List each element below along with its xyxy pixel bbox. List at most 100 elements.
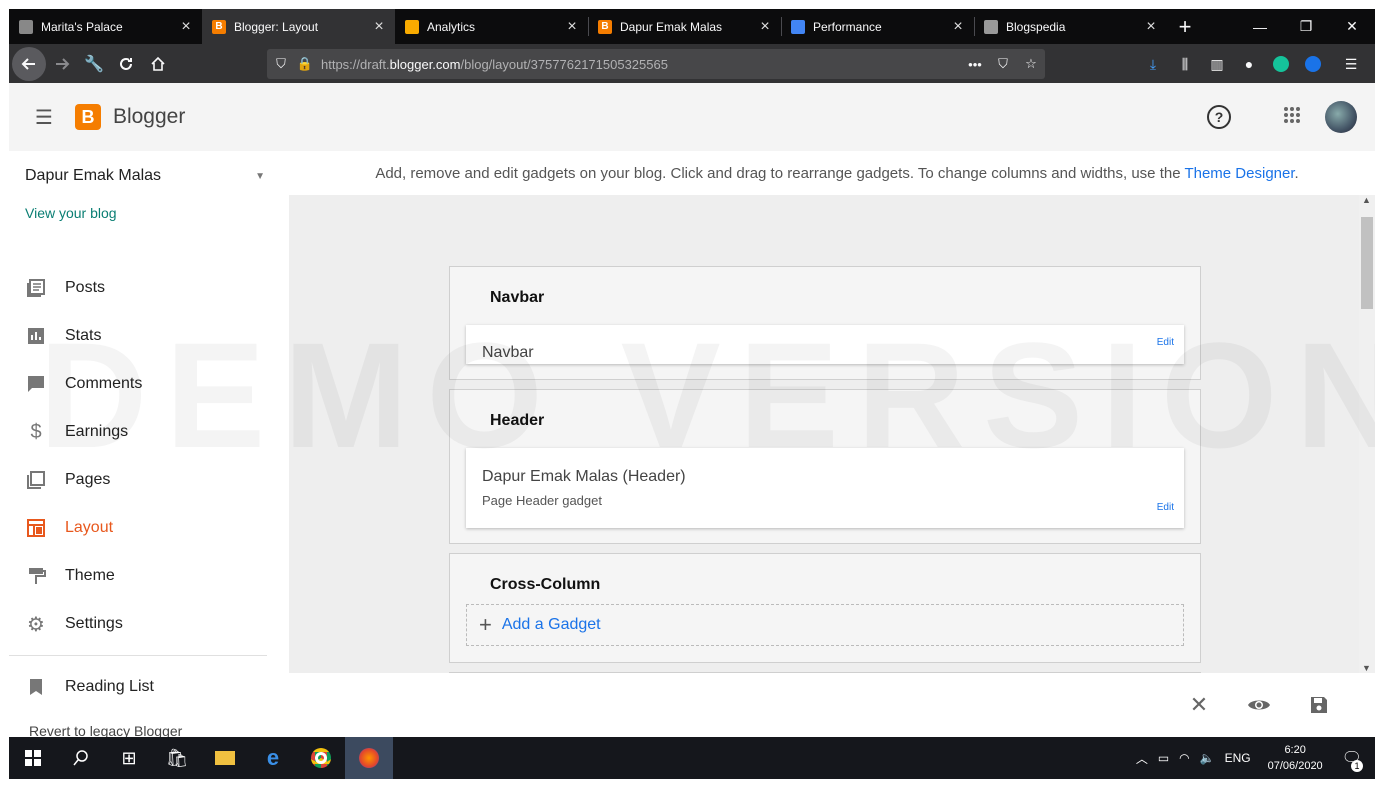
tab-analytics[interactable]: Analytics × xyxy=(395,9,588,44)
help-icon[interactable]: ? xyxy=(1207,105,1231,129)
pocket-icon[interactable]: ⛉ xyxy=(989,56,1017,72)
shield-icon[interactable]: ⛉ xyxy=(267,56,295,72)
sidebar-item-stats[interactable]: Stats xyxy=(25,320,275,352)
scroll-up-icon[interactable]: ▲ xyxy=(1362,195,1371,205)
tab-performance[interactable]: Performance × xyxy=(781,9,974,44)
store-icon[interactable]: 🛍 xyxy=(153,737,201,779)
sidebar-item-label: Layout xyxy=(65,519,114,536)
edit-link[interactable]: Edit xyxy=(1157,502,1174,513)
apps-grid-icon[interactable] xyxy=(1283,106,1301,129)
new-tab-button[interactable]: + xyxy=(1167,9,1203,44)
close-tab-icon[interactable]: × xyxy=(757,18,773,36)
save-icon[interactable] xyxy=(1305,691,1333,719)
restore-icon[interactable]: ❐ xyxy=(1283,9,1329,44)
minimize-icon[interactable]: — xyxy=(1237,9,1283,44)
clock[interactable]: 6:20 07/06/2020 xyxy=(1268,742,1323,774)
account-icon[interactable]: ● xyxy=(1233,48,1265,80)
tab-title: Analytics xyxy=(427,19,476,34)
sidebar-item-label: Reading List xyxy=(65,678,154,695)
menu-icon[interactable]: ☰ xyxy=(1335,48,1367,80)
close-tab-icon[interactable]: × xyxy=(1143,18,1159,36)
page-actions-icon[interactable]: ••• xyxy=(961,57,989,72)
sidebar-item-layout[interactable]: Layout xyxy=(25,512,275,544)
sidebar-item-comments[interactable]: Comments xyxy=(25,368,275,400)
grammarly-icon[interactable] xyxy=(1265,48,1297,80)
forward-button[interactable] xyxy=(46,48,78,80)
tab-title: Performance xyxy=(813,19,882,34)
gadget-subtitle: Page Header gadget xyxy=(482,493,602,508)
earnings-icon: $ xyxy=(30,420,42,443)
blogger-logo-icon[interactable]: B xyxy=(74,104,101,130)
taskbar: ⊞ 🛍 e ︿ ▭ ◠ 🔈 ENG 6:20 07/06/2020 🗨 1 xyxy=(9,737,1375,779)
tab-blogger-layout[interactable]: B Blogger: Layout × xyxy=(202,9,395,44)
url-path: /blog/layout/3757762171505325565 xyxy=(460,56,668,72)
tab-maritas-palace[interactable]: Marita's Palace × xyxy=(9,9,202,44)
url-bar[interactable]: ⛉ 🔒 https://draft.blogger.com/blog/layou… xyxy=(267,49,1045,79)
avatar[interactable] xyxy=(1325,101,1357,133)
arrow-left-icon xyxy=(21,57,35,70)
arrow-right-icon xyxy=(56,57,70,70)
task-view-icon[interactable]: ⊞ xyxy=(105,737,153,779)
search-icon[interactable] xyxy=(57,737,105,779)
sidebar-item-earnings[interactable]: $ Earnings xyxy=(25,416,275,448)
close-tab-icon[interactable]: × xyxy=(950,18,966,36)
edge-icon[interactable]: e xyxy=(249,737,297,779)
windows-start-icon[interactable] xyxy=(9,737,57,779)
firefox-icon[interactable] xyxy=(345,737,393,779)
navbar-gadget[interactable]: Navbar Edit xyxy=(466,325,1184,364)
battery-icon[interactable]: ▭ xyxy=(1158,751,1169,765)
view-blog-link[interactable]: View your blog xyxy=(25,205,117,221)
library-icon[interactable]: ⫼ xyxy=(1169,48,1201,80)
wifi-icon[interactable]: ◠ xyxy=(1179,751,1189,765)
back-button[interactable] xyxy=(12,46,46,81)
reload-button[interactable] xyxy=(110,48,142,80)
scroll-thumb[interactable] xyxy=(1361,217,1373,309)
sidebar-item-label: Pages xyxy=(65,471,111,488)
close-window-icon[interactable]: ✕ xyxy=(1329,9,1375,44)
chevron-up-icon[interactable]: ︿ xyxy=(1136,750,1148,767)
header-gadget[interactable]: Dapur Emak Malas (Header) Page Header ga… xyxy=(466,448,1184,528)
close-tab-icon[interactable]: × xyxy=(371,18,387,36)
cross-column-section: Cross-Column + Add a Gadget xyxy=(449,553,1201,663)
sidebar-item-posts[interactable]: Posts xyxy=(25,272,275,304)
lock-icon[interactable]: 🔒 xyxy=(295,56,315,72)
close-icon[interactable]: ✕ xyxy=(1185,691,1213,719)
wrench-icon[interactable]: 🔧 xyxy=(78,48,110,80)
header-section: Header Dapur Emak Malas (Header) Page He… xyxy=(449,389,1201,544)
add-gadget-button[interactable]: + Add a Gadget xyxy=(466,604,1184,646)
tab-dapur-emak-malas[interactable]: B Dapur Emak Malas × xyxy=(588,9,781,44)
blog-selector[interactable]: Dapur Emak Malas ▼ xyxy=(25,161,265,191)
file-explorer-icon[interactable] xyxy=(201,737,249,779)
stats-icon xyxy=(25,325,47,347)
section-title: Navbar xyxy=(490,289,545,306)
sidebar-item-reading-list[interactable]: Reading List xyxy=(25,671,275,703)
notifications-icon[interactable]: 🗨 1 xyxy=(1342,748,1363,772)
tab-blogspedia[interactable]: Blogspedia × xyxy=(974,9,1167,44)
preview-eye-icon[interactable] xyxy=(1245,691,1273,719)
scrollbar[interactable]: ▲ ▼ xyxy=(1359,195,1375,673)
performance-favicon-icon xyxy=(791,19,805,34)
extension-icon[interactable] xyxy=(1297,48,1329,80)
scroll-down-icon[interactable]: ▼ xyxy=(1362,663,1371,673)
close-tab-icon[interactable]: × xyxy=(564,18,580,36)
bookmark-star-icon[interactable]: ☆ xyxy=(1017,56,1045,72)
edit-link[interactable]: Edit xyxy=(1157,337,1174,348)
chrome-icon[interactable] xyxy=(297,737,345,779)
close-tab-icon[interactable]: × xyxy=(178,18,194,36)
sidebar-icon[interactable]: ▥ xyxy=(1201,48,1233,80)
clock-date: 07/06/2020 xyxy=(1267,760,1323,772)
hamburger-menu-icon[interactable]: ☰ xyxy=(35,105,53,130)
blogger-favicon-icon: B xyxy=(598,19,612,34)
sidebar-item-settings[interactable]: ⚙ Settings xyxy=(25,608,275,640)
theme-designer-link[interactable]: Theme Designer xyxy=(1184,165,1294,182)
system-tray: ︿ ▭ ◠ 🔈 ENG 6:20 07/06/2020 🗨 1 xyxy=(1131,737,1367,779)
blogger-favicon-icon: B xyxy=(212,19,226,34)
sidebar-divider xyxy=(9,655,267,656)
sidebar-item-theme[interactable]: Theme xyxy=(25,560,275,592)
language-indicator[interactable]: ENG xyxy=(1225,751,1251,765)
browser-window: Marita's Palace × B Blogger: Layout × An… xyxy=(9,9,1375,779)
volume-icon[interactable]: 🔈 xyxy=(1200,751,1215,765)
sidebar-item-pages[interactable]: Pages xyxy=(25,464,275,496)
home-button[interactable] xyxy=(142,48,174,80)
downloads-icon[interactable]: ⤓ xyxy=(1137,48,1169,80)
